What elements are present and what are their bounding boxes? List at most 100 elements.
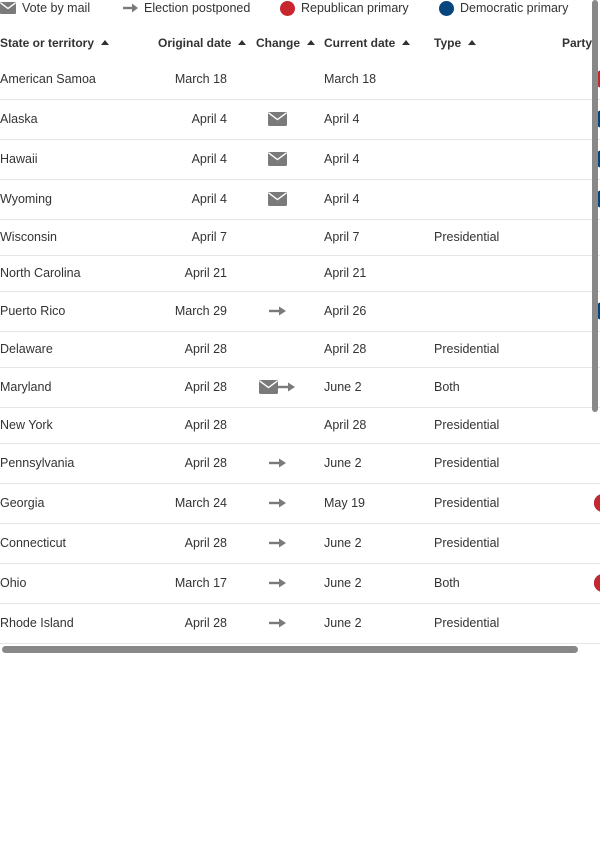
envelope-icon (267, 192, 287, 206)
change-cell (257, 302, 297, 320)
table-row: Rhode Island April 28 June 2 Presidential (0, 604, 600, 644)
original-date-cell: April 28 (184, 380, 227, 394)
table-row: Georgia March 24 May 19 Presidential (0, 484, 600, 524)
original-date-cell: April 4 (191, 152, 227, 166)
arrow-right-icon (268, 578, 286, 588)
current-date-cell: April 28 (324, 342, 367, 356)
table-row: Ohio March 17 June 2 Both (0, 564, 600, 604)
type-cell: Presidential (434, 616, 500, 630)
change-cell (257, 378, 297, 396)
arrow-right-icon (268, 618, 286, 628)
original-date-cell: April 28 (184, 456, 227, 470)
republican-dot-icon (594, 494, 600, 512)
state-cell: Connecticut (0, 536, 67, 550)
change-cell (257, 150, 297, 168)
sort-arrow-icon (402, 40, 411, 46)
current-date-cell: June 2 (324, 380, 362, 394)
table-row: Alaska April 4 April 4 (0, 100, 600, 140)
sort-change-header[interactable]: Change (256, 33, 316, 53)
state-cell: North Carolina (0, 266, 81, 280)
type-cell: Presidential (434, 456, 500, 470)
vertical-scrollbar[interactable] (592, 0, 598, 412)
type-header-label: Type (434, 36, 462, 50)
table-row: Pennsylvania April 28 June 2 Presidential (0, 444, 600, 484)
table-row: Wyoming April 4 April 4 (0, 180, 600, 220)
sort-type-header[interactable]: Type (434, 33, 477, 53)
original-date-cell: April 4 (191, 112, 227, 126)
legend-republican-label: Republican primary (301, 1, 409, 15)
horizontal-scrollbar[interactable] (2, 646, 578, 653)
arrow-right-icon (268, 538, 286, 548)
state-cell: Wisconsin (0, 230, 57, 244)
legend-postponed-label: Election postponed (144, 1, 251, 15)
democratic-dot-icon (439, 0, 454, 16)
state-cell: Hawaii (0, 152, 38, 166)
legend-democratic: Democratic primary (439, 0, 568, 16)
republican-dot-icon (280, 0, 295, 16)
state-cell: Delaware (0, 342, 53, 356)
legend-democratic-label: Democratic primary (460, 1, 569, 15)
change-cell (257, 416, 297, 434)
sort-arrow-icon (101, 40, 110, 46)
arrow-right-icon (278, 382, 295, 392)
original-date-cell: April 28 (184, 418, 227, 432)
original-date-cell: April 7 (191, 230, 227, 244)
table-row: Connecticut April 28 June 2 Presidential (0, 524, 600, 564)
type-cell: Presidential (434, 536, 500, 550)
original-date-cell: March 24 (174, 496, 227, 510)
table-row: Wisconsin April 7 April 7 Presidential (0, 220, 600, 256)
current-date-cell: April 4 (324, 112, 360, 126)
current-date-cell: June 2 (324, 456, 362, 470)
arrow-right-icon (268, 498, 286, 508)
original-date-cell: April 28 (184, 616, 227, 630)
arrow-right-icon (268, 306, 286, 316)
sort-party-header[interactable]: Party (562, 33, 592, 53)
current-date-cell: May 19 (324, 496, 365, 510)
change-cell (257, 454, 297, 472)
legend: Vote by mail Election postponed Republic… (0, 0, 600, 16)
state-cell: New York (0, 418, 53, 432)
legend-postponed: Election postponed (123, 0, 250, 16)
legend-mail-label: Vote by mail (22, 1, 91, 15)
original-date-cell: March 29 (174, 304, 227, 318)
current-date-cell: June 2 (324, 536, 362, 550)
state-cell: Rhode Island (0, 616, 74, 630)
original-date-cell: April 28 (184, 342, 227, 356)
current-date-cell: April 21 (324, 266, 367, 280)
state-header-label: State or territory (0, 36, 95, 50)
state-cell: American Samoa (0, 72, 96, 86)
type-cell: Presidential (434, 230, 500, 244)
table-row: Puerto Rico March 29 April 26 (0, 292, 600, 332)
legend-mail: Vote by mail (0, 0, 90, 16)
change-cell (257, 534, 297, 552)
table-row: American Samoa March 18 March 18 (0, 60, 600, 100)
state-cell: Pennsylvania (0, 456, 75, 470)
change-cell (257, 110, 297, 128)
envelope-icon (0, 2, 16, 14)
table-row: Delaware April 28 April 28 Presidential (0, 332, 600, 368)
state-cell: Ohio (0, 576, 27, 590)
original-date-cell: March 17 (174, 576, 227, 590)
arrow-right-icon (268, 458, 286, 468)
sort-current-header[interactable]: Current date (324, 33, 411, 53)
sort-original-header[interactable]: Original date (158, 33, 247, 53)
state-cell: Maryland (0, 380, 52, 394)
change-header-label: Change (256, 36, 301, 50)
current-date-cell: April 28 (324, 418, 367, 432)
change-cell (257, 70, 297, 88)
current-date-cell: March 18 (324, 72, 377, 86)
sort-state-header[interactable]: State or territory (0, 33, 110, 53)
current-date-cell: April 4 (324, 192, 360, 206)
change-cell (257, 494, 297, 512)
original-date-cell: April 21 (184, 266, 227, 280)
change-cell (257, 190, 297, 208)
type-cell: Presidential (434, 418, 500, 432)
table-row: New York April 28 April 28 Presidential (0, 408, 600, 444)
envelope-icon (267, 152, 287, 166)
table-row: North Carolina April 21 April 21 (0, 256, 600, 292)
state-cell: Puerto Rico (0, 304, 66, 318)
legend-republican: Republican primary (280, 0, 409, 16)
envelope-icon (267, 112, 287, 126)
change-cell (257, 340, 297, 358)
current-header-label: Current date (324, 36, 396, 50)
